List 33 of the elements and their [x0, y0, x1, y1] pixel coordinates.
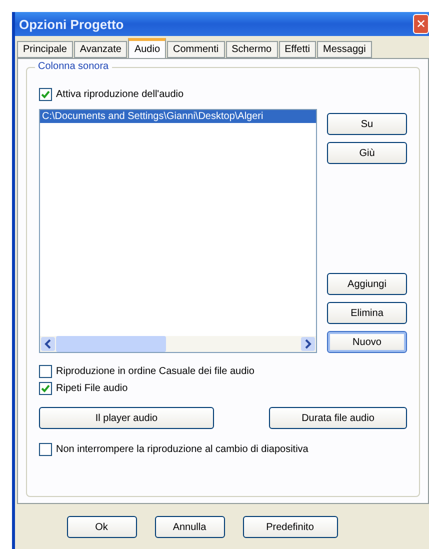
- dialog-button[interactable]: Annulla: [154, 516, 224, 538]
- scroll-thumb[interactable]: [56, 336, 166, 352]
- file-list[interactable]: C:\Documents and Settings\Gianni\Desktop\Algeri: [39, 109, 317, 353]
- tab[interactable]: Effetti: [278, 41, 316, 58]
- side-button[interactable]: Giù: [327, 142, 407, 164]
- list-item[interactable]: C:\Documents and Settings\Gianni\Desktop\Algeri: [40, 110, 316, 123]
- checkbox[interactable]: [39, 443, 52, 456]
- checkbox-label: Non interrompere la riproduzione al cambio di diapositiva: [56, 444, 308, 455]
- dialog-button[interactable]: Predefinito: [242, 516, 338, 538]
- checkbox-label: Attiva riproduzione dell'audio: [56, 89, 184, 100]
- action-button[interactable]: Il player audio: [39, 407, 214, 429]
- dialog-button[interactable]: Ok: [66, 516, 136, 538]
- close-button[interactable]: ✕: [413, 14, 429, 34]
- tab[interactable]: Audio: [128, 38, 166, 58]
- checkbox[interactable]: [39, 365, 52, 378]
- tab[interactable]: Schermo: [226, 41, 278, 58]
- window-title: Opzioni Progetto: [19, 16, 124, 32]
- action-button[interactable]: Durata file audio: [269, 407, 407, 429]
- checkbox-label: Riproduzione in ordine Casuale dei file audio: [56, 366, 254, 377]
- group-title: Colonna sonora: [35, 61, 112, 72]
- tab[interactable]: Principale: [17, 41, 73, 58]
- side-button[interactable]: Su: [327, 113, 407, 135]
- side-button[interactable]: Nuovo: [327, 331, 407, 353]
- tab[interactable]: Avanzate: [74, 41, 128, 58]
- tab[interactable]: Messaggi: [317, 41, 372, 58]
- checkbox[interactable]: [39, 88, 52, 101]
- side-button[interactable]: Elimina: [327, 302, 407, 324]
- scroll-left-icon[interactable]: [40, 336, 56, 352]
- checkbox[interactable]: [39, 382, 52, 395]
- side-button[interactable]: Aggiungi: [327, 273, 407, 295]
- scroll-right-icon[interactable]: [300, 336, 316, 352]
- checkbox-label: Ripeti File audio: [56, 383, 128, 394]
- tab[interactable]: Commenti: [167, 41, 225, 58]
